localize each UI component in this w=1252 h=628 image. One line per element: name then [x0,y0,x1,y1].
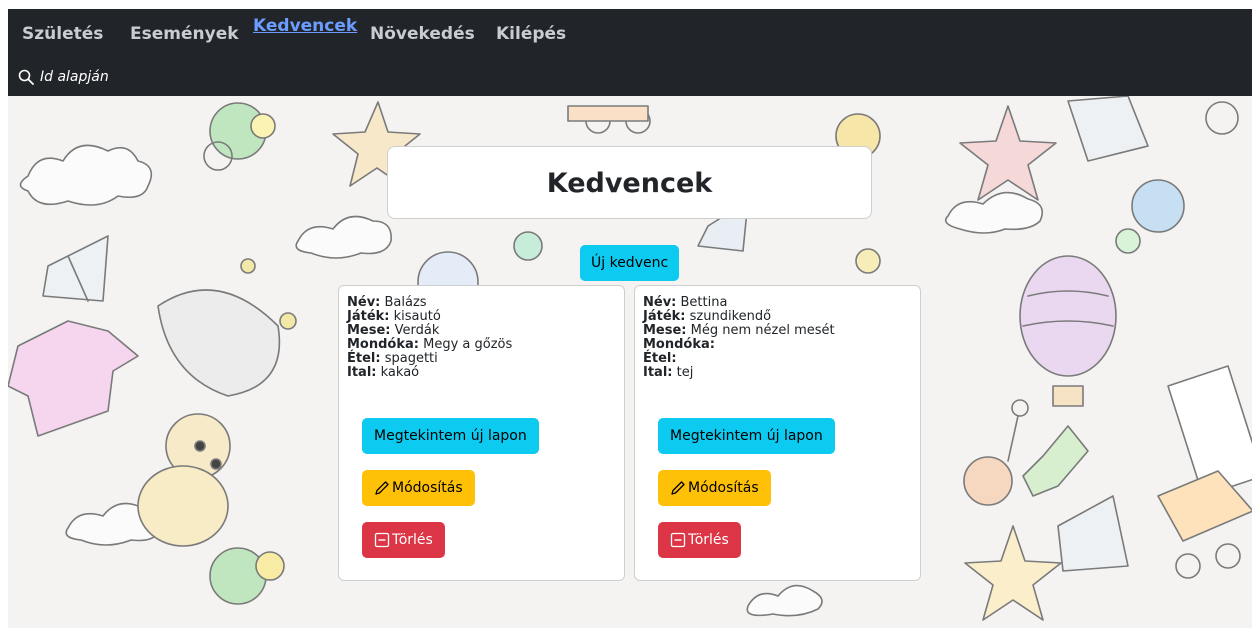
search-link[interactable]: Id alapján [40,69,109,85]
top-navbar: Születés Események Kedvencek Növekedés K… [8,9,1252,59]
edit-label: Módosítás [688,480,759,496]
delete-button[interactable]: Törlés [362,522,445,558]
field-toy: Játék: szundikendő [643,309,772,324]
rhyme-value: Megy a gőzös [423,337,513,352]
nav-link-kedvencek[interactable]: Kedvencek [253,16,357,36]
field-tale: Mese: Még nem nézel mesét [643,323,835,338]
tale-value: Verdák [394,323,440,338]
toy-value: szundikendő [689,309,772,324]
pencil-icon [671,481,685,495]
nav-link-szuletes[interactable]: Születés [22,24,103,44]
field-rhyme: Mondóka: [643,337,715,352]
field-toy: Játék: kisautó [347,309,441,324]
page-title-card: Kedvencek [387,146,872,219]
search-icon[interactable] [18,69,34,85]
delete-label: Törlés [392,532,433,548]
field-tale: Mese: Verdák [347,323,440,338]
edit-button[interactable]: Módosítás [362,470,475,506]
nav-link-esemenyek[interactable]: Események [130,24,239,44]
nav-link-novekedes[interactable]: Növekedés [370,24,475,44]
field-name: Név: Balázs [347,295,427,310]
food-value: spagetti [384,351,438,366]
field-rhyme: Mondóka: Megy a gőzös [347,337,513,352]
name-value: Bettina [680,295,728,310]
view-new-tab-button[interactable]: Megtekintem új lapon [362,418,539,454]
dash-square-icon [374,532,390,548]
search-bar: Id alapján [8,59,1252,96]
drink-value: tej [676,365,694,380]
view-new-tab-button[interactable]: Megtekintem új lapon [658,418,835,454]
delete-button[interactable]: Törlés [658,522,741,558]
field-drink: Ital: kakaó [347,365,420,380]
pencil-icon [375,481,389,495]
drink-value: kakaó [380,365,420,380]
favorite-card: Név: Balázs Játék: kisautó Mese: Verdák … [338,285,625,581]
field-food: Étel: [643,351,677,366]
edit-label: Módosítás [392,480,463,496]
field-food: Étel: spagetti [347,351,438,366]
nav-link-kilepes[interactable]: Kilépés [496,24,566,44]
dash-square-icon [670,532,686,548]
edit-button[interactable]: Módosítás [658,470,771,506]
field-drink: Ital: tej [643,365,694,380]
delete-label: Törlés [688,532,729,548]
page-title: Kedvencek [546,168,713,199]
favorite-card: Név: Bettina Játék: szundikendő Mese: Mé… [634,285,921,581]
field-name: Név: Bettina [643,295,728,310]
name-value: Balázs [384,295,427,310]
new-favorite-button[interactable]: Új kedvenc [580,245,680,281]
toy-value: kisautó [393,309,441,324]
tale-value: Még nem nézel mesét [690,323,835,338]
